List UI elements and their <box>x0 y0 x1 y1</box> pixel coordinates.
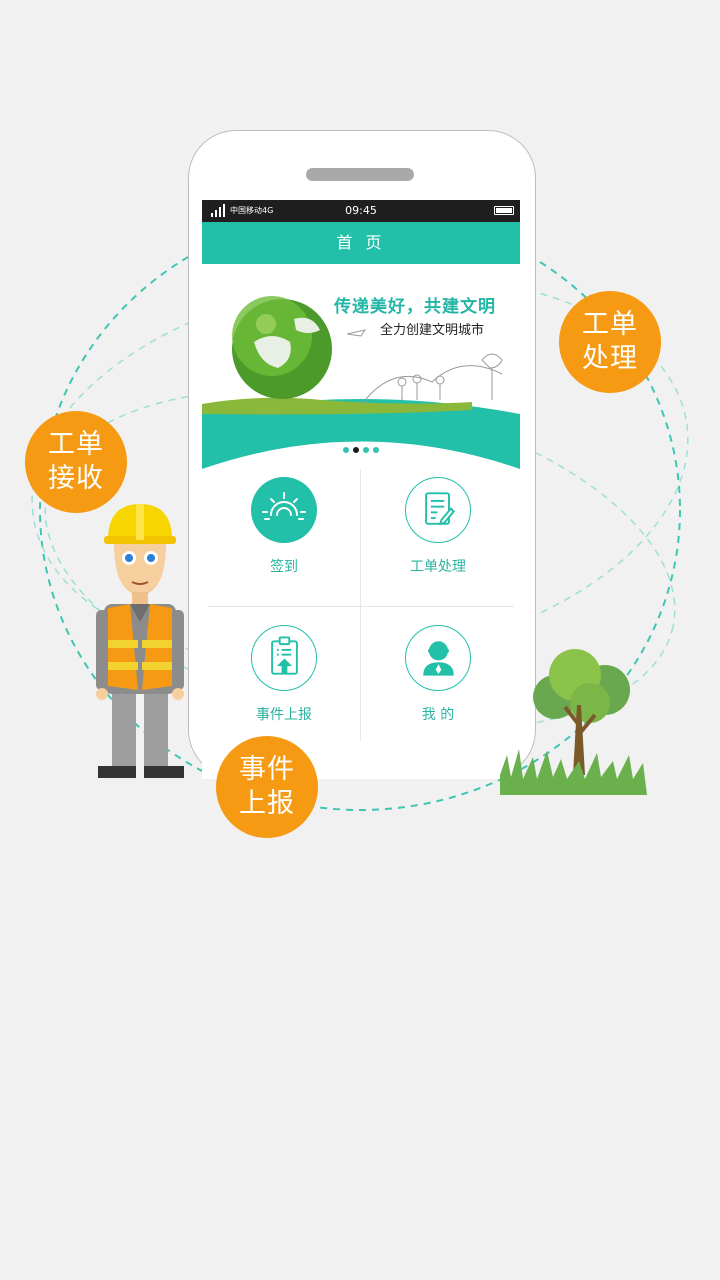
carousel-dot[interactable] <box>373 447 379 453</box>
menu-item-mine[interactable]: 我 的 <box>362 617 514 755</box>
carousel-dot[interactable] <box>353 447 359 453</box>
carousel-dot[interactable] <box>363 447 369 453</box>
badge-line: 工单 <box>48 429 104 460</box>
battery-icon <box>494 206 514 215</box>
badge-line: 工单 <box>582 309 638 340</box>
badge-line: 处理 <box>582 343 638 374</box>
menu-item-event-report[interactable]: 事件上报 <box>208 617 360 755</box>
clipboard-upload-icon <box>251 625 317 691</box>
banner-subline: 全力创建文明城市 <box>380 323 485 338</box>
badge-line: 上报 <box>239 788 295 819</box>
feature-grid: 签到 工单处理 事件上报 我 的 <box>202 469 520 759</box>
badge-line: 接收 <box>48 463 104 494</box>
badge-line: 事件 <box>239 754 295 785</box>
user-icon <box>405 625 471 691</box>
menu-item-label: 工单处理 <box>410 559 466 575</box>
carousel-dot[interactable] <box>343 447 349 453</box>
menu-item-label: 我 的 <box>421 707 455 723</box>
badge-event-report: 事件 上报 <box>216 736 318 838</box>
phone-speaker <box>306 168 414 181</box>
badge-order-receive: 工单 接收 <box>25 411 127 513</box>
grid-divider-vertical <box>360 469 361 741</box>
page-title: 首 页 <box>202 222 520 264</box>
phone-frame: 中国移动4G 09:45 首 页 传递美好，共建文明 全力创建文明城市 签到 工… <box>188 130 536 779</box>
edit-document-icon <box>405 477 471 543</box>
badge-order-process: 工单 处理 <box>559 291 661 393</box>
menu-item-checkin[interactable]: 签到 <box>208 469 360 607</box>
carousel-indicator <box>202 438 520 457</box>
menu-item-order-process[interactable]: 工单处理 <box>362 469 514 607</box>
banner-carousel[interactable]: 传递美好，共建文明 全力创建文明城市 <box>202 264 520 469</box>
banner-headline: 传递美好，共建文明 <box>334 297 496 317</box>
tree-illustration <box>500 649 647 795</box>
status-bar: 中国移动4G 09:45 <box>202 200 520 222</box>
menu-item-label: 签到 <box>270 559 298 575</box>
clock: 09:45 <box>345 204 377 217</box>
sun-icon <box>251 477 317 543</box>
menu-item-label: 事件上报 <box>256 707 312 723</box>
phone-screen: 中国移动4G 09:45 首 页 传递美好，共建文明 全力创建文明城市 签到 工… <box>202 200 520 779</box>
worker-illustration <box>96 504 184 778</box>
